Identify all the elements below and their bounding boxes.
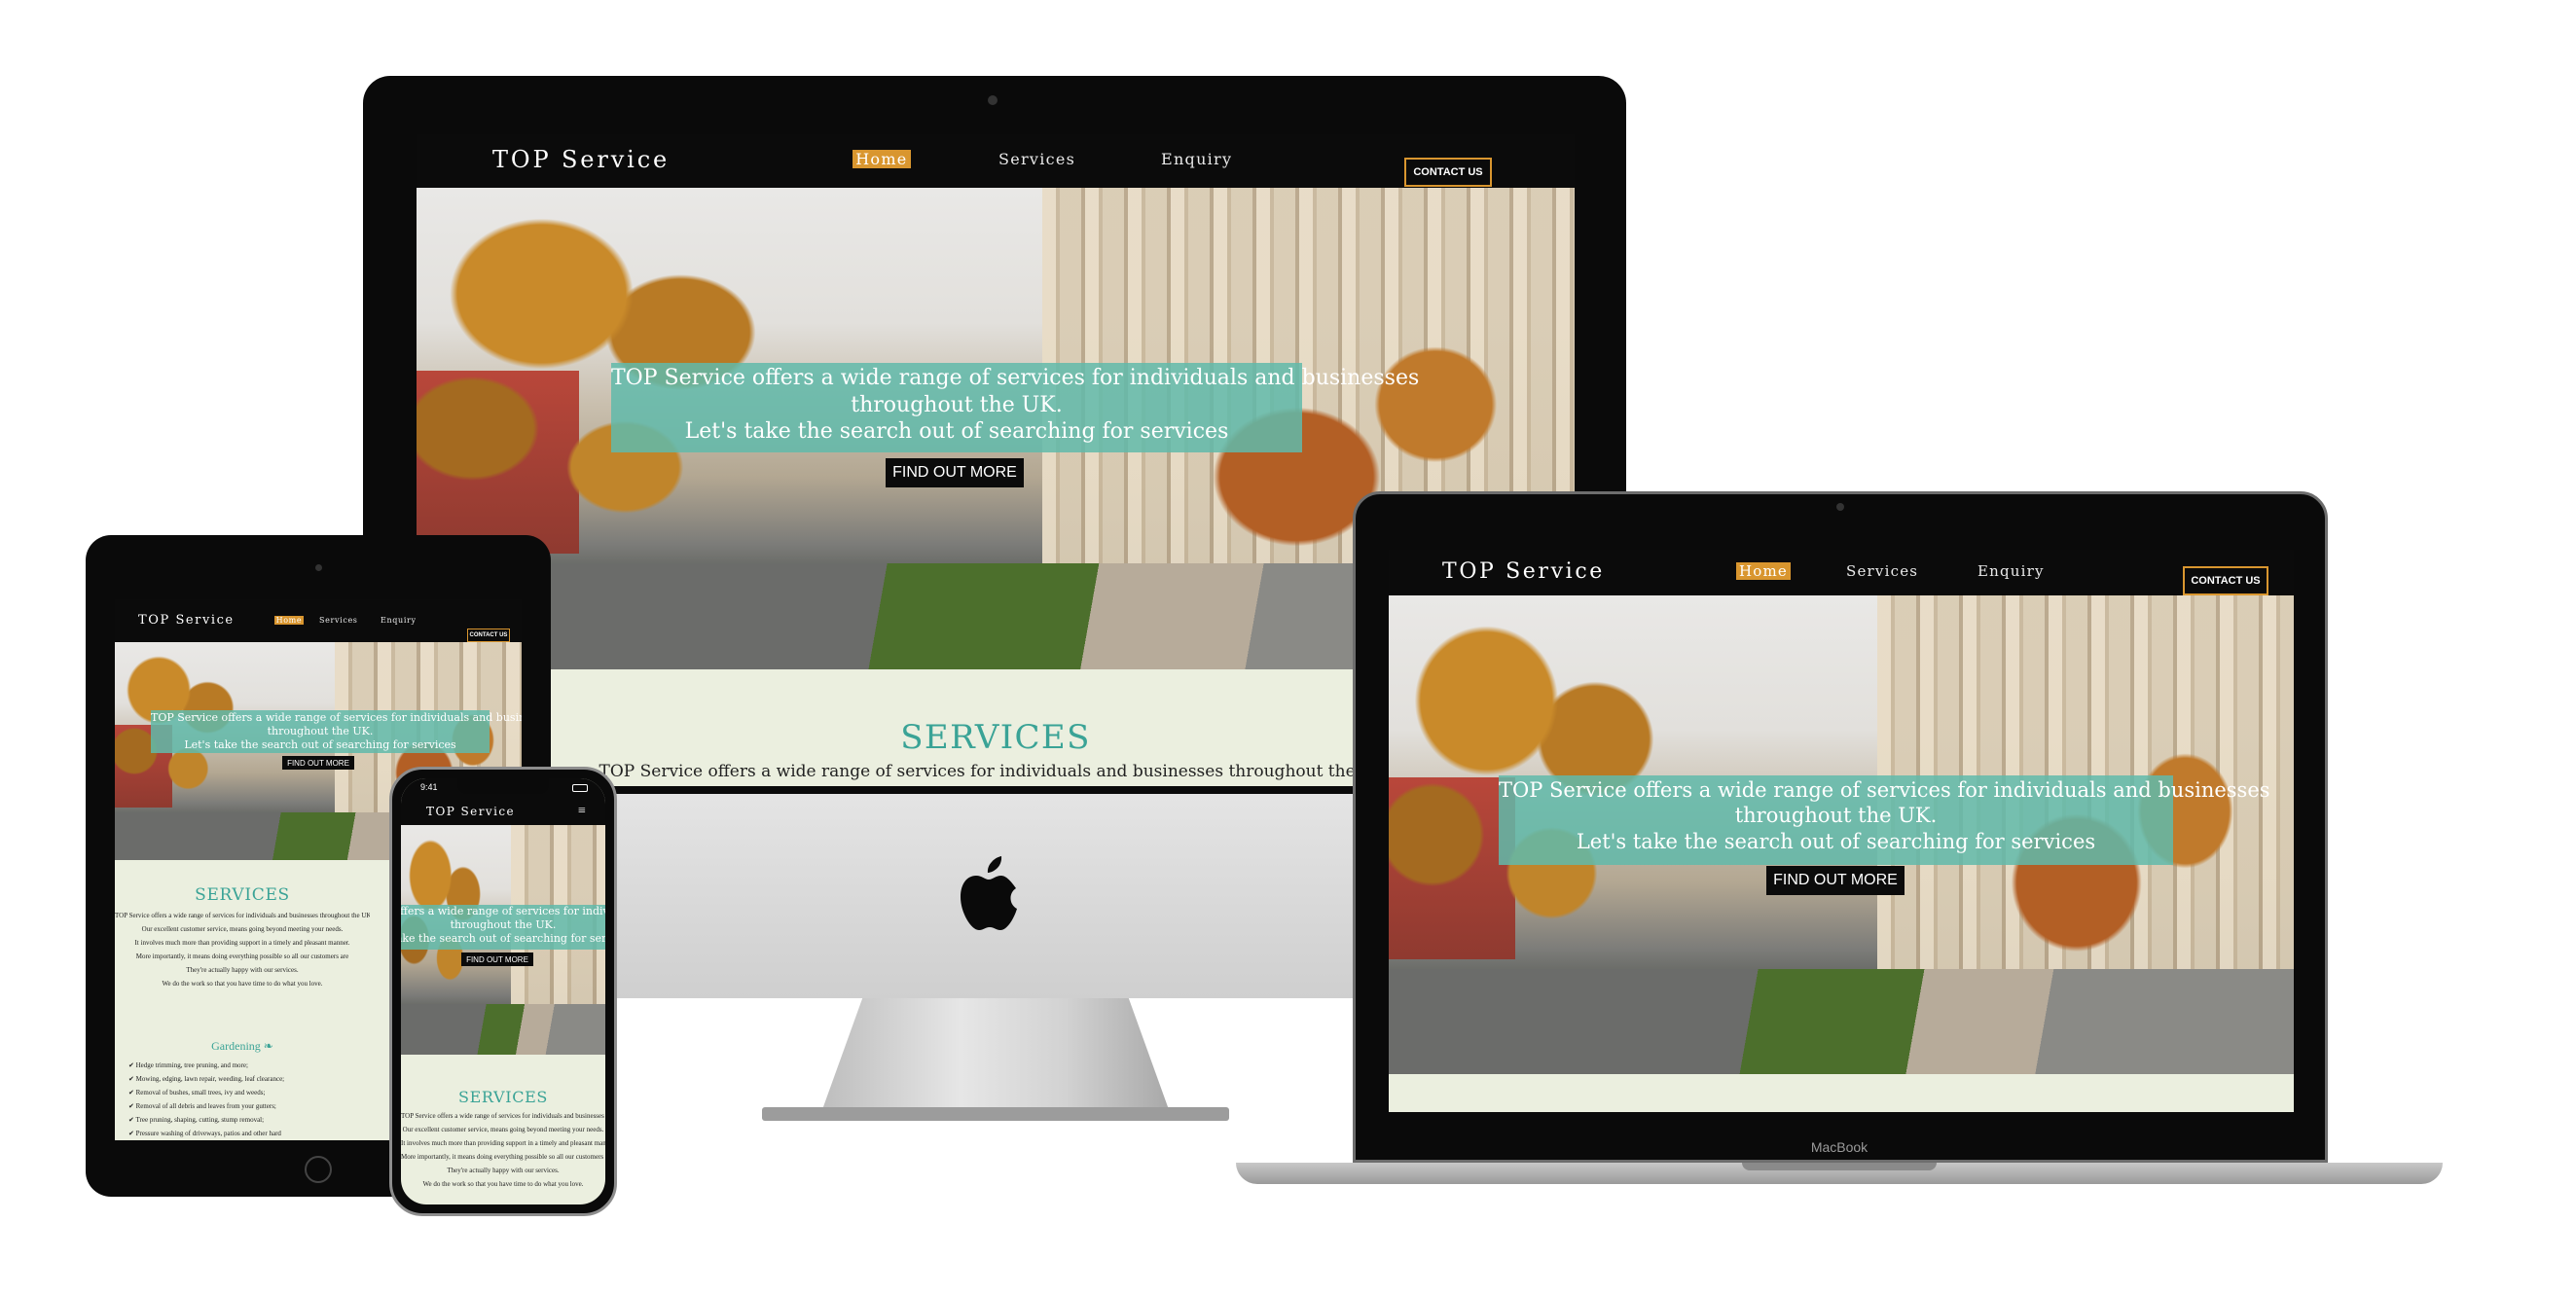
hero-banner: TOP Service offers a wide range of servi… <box>1499 775 2270 865</box>
nav-enquiry-link[interactable]: Enquiry <box>381 616 417 625</box>
nav-home-link[interactable]: Home <box>853 150 911 168</box>
list-item: ✔ Mowing, edging, lawn repair, weeding, … <box>128 1075 285 1083</box>
brand-logo[interactable]: TOP Service <box>426 805 515 818</box>
nav-home-link[interactable]: Home <box>274 616 304 625</box>
brand-logo[interactable]: TOP Service <box>492 146 670 173</box>
nav-services-link[interactable]: Services <box>1846 562 1918 580</box>
navbar: TOP Service Home Services Enquiry CONTAC… <box>1389 550 2294 595</box>
macbook-notch <box>1742 1163 1937 1170</box>
gardening-heading: Gardening ❧ <box>211 1039 273 1053</box>
nav-services-link[interactable]: Services <box>998 150 1075 168</box>
hamburger-icon[interactable]: ≡ <box>578 804 586 819</box>
check-icon: ✔ <box>128 1102 136 1110</box>
macbook-label: MacBook <box>1810 1139 1869 1155</box>
check-icon: ✔ <box>128 1089 136 1096</box>
hero-image: TOP Service offers a wide range of servi… <box>401 825 605 1055</box>
list-item: ✔ Removal of all debris and leaves from … <box>128 1102 276 1110</box>
macbook-screen: TOP Service Home Services Enquiry CONTAC… <box>1389 550 2294 1112</box>
nav-enquiry-link[interactable]: Enquiry <box>1161 150 1232 168</box>
list-item: ✔ Pressure washing of driveways, patios … <box>128 1130 281 1137</box>
services-heading: SERVICES <box>458 1088 548 1106</box>
services-heading: SERVICES <box>195 885 290 905</box>
list-item: ✔ Removal of bushes, small trees, ivy an… <box>128 1089 266 1096</box>
list-item: ✔ Tree pruning, shaping, cutting, stump … <box>128 1116 265 1124</box>
services-lines: TOP Service offers a wide range of servi… <box>115 912 370 988</box>
gardening-list: ✔ Hedge trimming, tree pruning, and more… <box>128 1059 362 1140</box>
macbook-device: TOP Service Home Services Enquiry CONTAC… <box>1236 491 2443 1192</box>
imac-camera <box>988 95 998 105</box>
hero-banner: TOP Service offers a wide range of servi… <box>151 710 522 753</box>
hero-banner: TOP Service offers a wide range of servi… <box>401 905 605 950</box>
navbar: TOP Service Home Services Enquiry CONTAC… <box>115 599 522 642</box>
contact-us-button[interactable]: CONTACT US <box>2183 566 2268 595</box>
nav-enquiry-link[interactable]: Enquiry <box>1977 562 2045 580</box>
macbook-camera <box>1836 503 1844 511</box>
nav-services-link[interactable]: Services <box>319 616 358 625</box>
find-out-more-button[interactable]: FIND OUT MORE <box>886 458 1024 487</box>
navbar: TOP Service ≡ <box>401 798 605 825</box>
check-icon: ✔ <box>128 1130 136 1137</box>
navbar: TOP Service Home Services Enquiry CONTAC… <box>417 134 1575 188</box>
check-icon: ✔ <box>128 1061 136 1069</box>
iphone-screen: 9:41 TOP Service ≡ TOP Service offers a … <box>401 778 605 1204</box>
find-out-more-button[interactable]: FIND OUT MORE <box>1766 866 1905 895</box>
find-out-more-button[interactable]: FIND OUT MORE <box>282 756 354 770</box>
check-icon: ✔ <box>128 1116 136 1124</box>
hero-banner: TOP Service offers a wide range of servi… <box>611 363 1419 452</box>
contact-us-button[interactable]: CONTACT US <box>467 629 510 642</box>
status-bar: 9:41 <box>401 778 605 798</box>
imac-stand <box>820 998 1171 1115</box>
iphone-notch <box>457 778 549 794</box>
find-out-more-button[interactable]: FIND OUT MORE <box>461 953 533 966</box>
apple-logo-icon <box>959 854 1021 932</box>
ipad-home-button[interactable] <box>305 1156 332 1183</box>
list-item: ✔ Hedge trimming, tree pruning, and more… <box>128 1061 248 1069</box>
hero-image: TOP Service offers a wide range of servi… <box>1389 595 2294 1074</box>
status-time: 9:41 <box>420 782 438 792</box>
ipad-camera <box>315 564 322 571</box>
contact-us-button[interactable]: CONTACT US <box>1404 158 1492 187</box>
services-lines: TOP Service offers a wide range of servi… <box>401 1112 605 1188</box>
iphone-device: 9:41 TOP Service ≡ TOP Service offers a … <box>389 767 617 1216</box>
battery-icon <box>572 784 588 792</box>
check-icon: ✔ <box>128 1075 136 1083</box>
leaf-icon: ❧ <box>263 1039 273 1053</box>
brand-logo[interactable]: TOP Service <box>138 613 235 628</box>
imac-stand-base <box>762 1107 1229 1121</box>
nav-home-link[interactable]: Home <box>1736 562 1792 580</box>
brand-logo[interactable]: TOP Service <box>1442 559 1605 584</box>
